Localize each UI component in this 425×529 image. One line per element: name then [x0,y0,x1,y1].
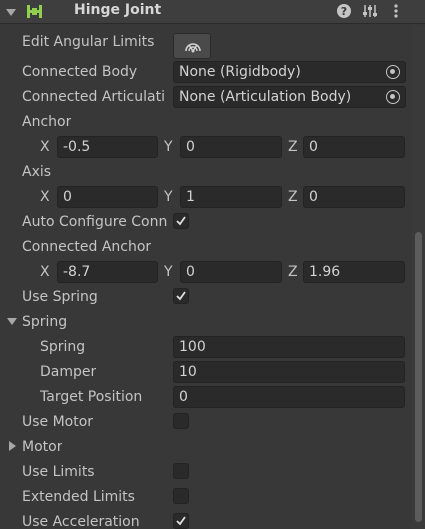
connected-body-label: Connected Body [22,64,138,80]
use-motor-checkbox[interactable] [173,413,189,429]
spring-value-label: Spring [40,339,86,355]
connected-anchor-x-label: X [40,264,50,280]
spring-value-field[interactable]: 100 [173,336,405,358]
connected-anchor-label: Connected Anchor [22,239,152,255]
axis-y-label: Y [164,189,173,205]
connected-anchor-z-field[interactable]: 1.96 [303,261,405,283]
connected-body-field[interactable]: None (Rigidbody) [173,61,406,83]
axis-x-label: X [40,189,50,205]
connected-articulation-label: Connected Articulati [22,89,165,105]
anchor-z-label: Z [288,139,298,155]
checkmark-icon [176,291,186,301]
use-motor-label: Use Motor [22,414,94,430]
hinge-joint-icon [27,5,42,18]
edit-angular-limits-label: Edit Angular Limits [22,34,155,50]
checkmark-icon [176,516,186,526]
auto-configure-label: Auto Configure Conn [22,214,168,230]
angular-limits-icon [185,43,201,53]
use-spring-checkbox[interactable] [173,288,189,304]
connected-anchor-y-label: Y [164,264,173,280]
auto-configure-checkbox[interactable] [173,213,189,229]
axis-y-field[interactable]: 1 [180,186,282,208]
target-position-field[interactable]: 0 [173,386,405,408]
axis-z-label: Z [288,189,298,205]
object-picker-icon[interactable] [386,65,400,79]
help-icon[interactable]: ? [336,3,352,19]
motor-section-label[interactable]: Motor [22,438,62,456]
use-acceleration-label: Use Acceleration [22,514,140,529]
connected-anchor-y-field[interactable]: 0 [180,261,282,283]
use-limits-checkbox[interactable] [173,463,189,479]
anchor-label: Anchor [22,114,72,130]
more-options-icon[interactable] [388,3,404,19]
anchor-y-label: Y [164,139,173,155]
extended-limits-label: Extended Limits [22,489,135,505]
component-title: Hinge Joint [74,2,162,18]
damper-field[interactable]: 10 [173,361,405,383]
checkmark-icon [176,216,186,226]
axis-z-field[interactable]: 0 [303,186,405,208]
anchor-z-field[interactable]: 0 [303,136,405,158]
anchor-x-label: X [40,139,50,155]
connected-anchor-z-label: Z [288,264,298,280]
object-picker-icon[interactable] [386,90,400,104]
anchor-y-field[interactable]: 0 [180,136,282,158]
axis-label: Axis [22,164,52,180]
damper-label: Damper [40,364,97,380]
edit-angular-limits-button[interactable] [173,33,211,59]
extended-limits-checkbox[interactable] [173,488,189,504]
axis-x-field[interactable]: 0 [57,186,158,208]
spring-section-label[interactable]: Spring [22,313,67,331]
spring-foldout-arrow-icon[interactable] [7,318,17,325]
use-spring-label: Use Spring [22,289,98,305]
anchor-x-field[interactable]: -0.5 [57,136,158,158]
target-position-label: Target Position [40,389,143,405]
preset-sliders-icon[interactable] [362,3,378,19]
scrollbar-thumb[interactable] [415,232,422,522]
connected-anchor-x-field[interactable]: -8.7 [57,261,158,283]
connected-articulation-field[interactable]: None (Articulation Body) [173,86,406,108]
use-acceleration-checkbox[interactable] [173,513,189,529]
svg-text:?: ? [341,5,347,18]
use-limits-label: Use Limits [22,464,95,480]
component-header[interactable]: Hinge Joint ? [0,0,425,24]
foldout-arrow-icon[interactable] [6,9,16,16]
motor-foldout-arrow-icon[interactable] [9,441,16,451]
